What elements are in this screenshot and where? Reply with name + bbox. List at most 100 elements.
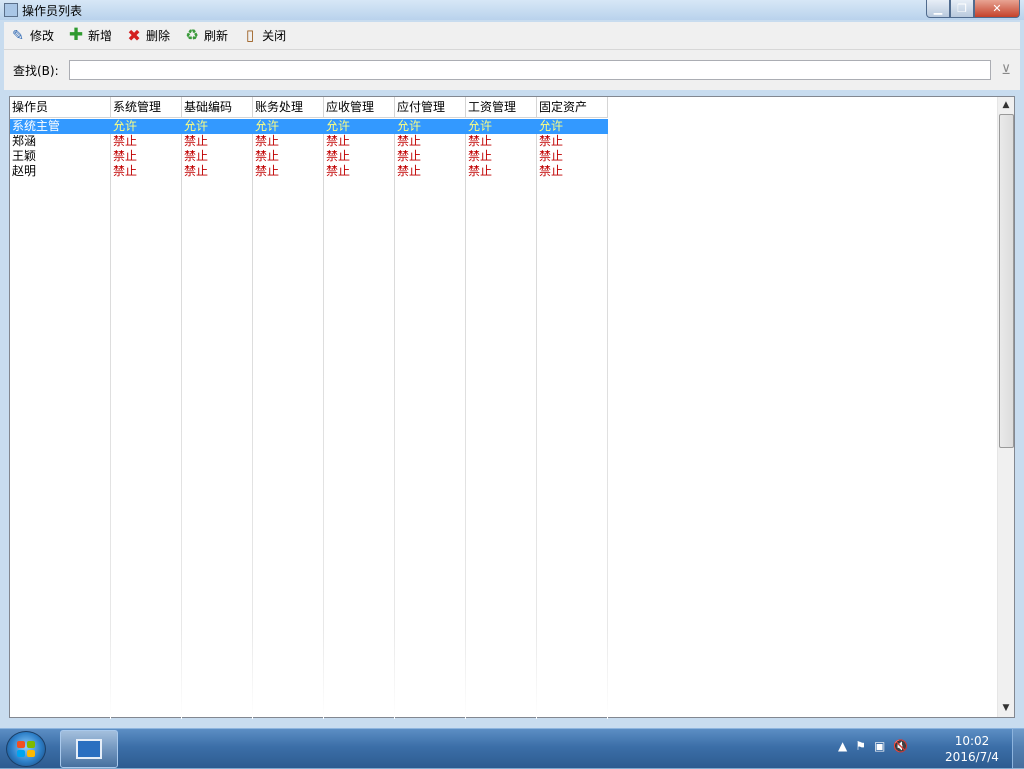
permission-cell: 禁止 (539, 149, 564, 163)
permission-cell: 禁止 (539, 164, 564, 178)
permission-cell: 禁止 (255, 164, 280, 178)
permission-cell: 禁止 (468, 164, 493, 178)
refresh-icon: ♻ (185, 26, 199, 44)
app-window: 操作员列表 ▁ ❐ ✕ ✎ 修改 ✚ 新增 ✖ 删除 ♻ 刷新 ▯ 关闭 查找(… (0, 0, 1024, 728)
permission-cell: 允许 (184, 119, 209, 133)
clock-date: 2016/7/4 (945, 750, 999, 764)
col-header-receivable[interactable]: 应收管理 (324, 97, 395, 118)
search-input[interactable] (69, 60, 991, 80)
show-desktop-button[interactable] (1012, 729, 1024, 769)
network-icon[interactable]: ▣ (874, 739, 885, 753)
close-window-button[interactable]: ✕ (974, 0, 1020, 18)
taskbar-clock[interactable]: 10:02 2016/7/4 (940, 733, 1004, 765)
table-row[interactable]: 系统主管 允许 允许 允许 允许 允许 允许 允许 (10, 119, 608, 134)
permission-cell: 禁止 (184, 134, 209, 148)
operator-cell: 王颖 (12, 149, 37, 163)
permission-cell: 禁止 (113, 149, 138, 163)
taskbar-app-button[interactable] (60, 730, 118, 768)
permission-cell: 禁止 (326, 164, 351, 178)
column-divider (465, 119, 466, 719)
col-header-assets[interactable]: 固定资产 (537, 97, 608, 118)
title-bar: 操作员列表 ▁ ❐ ✕ (0, 0, 1024, 20)
permission-cell: 禁止 (397, 134, 422, 148)
volume-muted-icon[interactable]: 🔇 (893, 739, 908, 753)
edit-label: 修改 (30, 29, 55, 43)
permission-cell: 禁止 (326, 149, 351, 163)
operator-cell: 赵明 (12, 164, 37, 178)
permission-cell: 禁止 (468, 134, 493, 148)
permission-cell: 允许 (326, 119, 351, 133)
permission-cell: 禁止 (184, 149, 209, 163)
close-label: 关闭 (262, 29, 287, 43)
scroll-down-icon[interactable]: ▼ (998, 700, 1014, 716)
edit-button[interactable]: ✎ 修改 (4, 24, 60, 48)
tray-expand-icon[interactable]: ▲ (838, 739, 847, 753)
minimize-button[interactable]: ▁ (926, 0, 950, 18)
close-button[interactable]: ▯ 关闭 (236, 24, 292, 48)
permission-cell: 禁止 (468, 149, 493, 163)
window-title: 操作员列表 (22, 3, 83, 18)
refresh-label: 刷新 (204, 29, 229, 43)
toolbar: ✎ 修改 ✚ 新增 ✖ 删除 ♻ 刷新 ▯ 关闭 (4, 22, 1020, 50)
column-divider (110, 119, 111, 719)
window-controls: ▁ ❐ ✕ (926, 0, 1020, 18)
clock-time: 10:02 (954, 734, 990, 748)
table-row[interactable]: 郑涵 禁止 禁止 禁止 禁止 禁止 禁止 禁止 (10, 134, 608, 149)
add-button[interactable]: ✚ 新增 (62, 24, 118, 48)
permission-cell: 禁止 (184, 164, 209, 178)
permission-cell: 允许 (468, 119, 493, 133)
table-row[interactable]: 赵明 禁止 禁止 禁止 禁止 禁止 禁止 禁止 (10, 164, 608, 179)
operator-cell: 系统主管 (12, 119, 61, 133)
column-divider (536, 119, 537, 719)
edit-icon: ✎ (12, 27, 24, 44)
permission-cell: 允许 (255, 119, 280, 133)
search-bar: 查找(B): ⊻ (4, 50, 1020, 90)
permission-cell: 禁止 (397, 149, 422, 163)
grid-header: 操作员 系统管理 基础编码 账务处理 应收管理 应付管理 工资管理 固定资产 (10, 97, 608, 118)
scroll-up-icon[interactable]: ▲ (998, 97, 1014, 113)
taskbar: ▲ ⚑ ▣ 🔇 10:02 2016/7/4 (0, 728, 1024, 769)
start-button[interactable] (6, 731, 46, 767)
col-header-payable[interactable]: 应付管理 (395, 97, 466, 118)
delete-button[interactable]: ✖ 删除 (120, 24, 176, 48)
add-label: 新增 (88, 29, 113, 43)
vertical-scrollbar[interactable]: ▲ ▼ (997, 97, 1014, 717)
permission-cell: 允许 (539, 119, 564, 133)
permission-cell: 允许 (397, 119, 422, 133)
close-door-icon: ▯ (245, 26, 255, 44)
monitor-icon (76, 739, 102, 759)
col-header-basic[interactable]: 基础编码 (182, 97, 253, 118)
delete-label: 删除 (146, 29, 171, 43)
permission-cell: 禁止 (113, 164, 138, 178)
col-header-operator[interactable]: 操作员 (10, 97, 111, 118)
permission-cell: 禁止 (113, 134, 138, 148)
add-icon: ✚ (68, 25, 84, 45)
col-header-accounting[interactable]: 账务处理 (253, 97, 324, 118)
column-divider (323, 119, 324, 719)
search-label: 查找(B): (13, 63, 59, 78)
col-header-payroll[interactable]: 工资管理 (466, 97, 537, 118)
column-divider (252, 119, 253, 719)
permission-cell: 禁止 (539, 134, 564, 148)
refresh-button[interactable]: ♻ 刷新 (178, 24, 234, 48)
permission-cell: 禁止 (255, 149, 280, 163)
permission-cell: 允许 (113, 119, 138, 133)
operator-grid: 操作员 系统管理 基础编码 账务处理 应收管理 应付管理 工资管理 固定资产 系… (9, 96, 1015, 719)
delete-icon: ✖ (127, 25, 141, 45)
col-header-system[interactable]: 系统管理 (111, 97, 182, 118)
column-divider (394, 119, 395, 719)
operator-cell: 郑涵 (12, 134, 37, 148)
permission-cell: 禁止 (326, 134, 351, 148)
maximize-button[interactable]: ❐ (950, 0, 974, 18)
scroll-thumb[interactable] (999, 114, 1014, 448)
column-divider (607, 119, 608, 719)
grid-rows: 系统主管 允许 允许 允许 允许 允许 允许 允许 郑涵 禁止 禁止 禁止 禁止… (10, 119, 608, 179)
system-tray: ▲ ⚑ ▣ 🔇 (838, 739, 908, 753)
action-center-flag-icon[interactable]: ⚑ (855, 739, 866, 753)
column-divider (181, 119, 182, 719)
permission-cell: 禁止 (255, 134, 280, 148)
permission-cell: 禁止 (397, 164, 422, 178)
table-row[interactable]: 王颖 禁止 禁止 禁止 禁止 禁止 禁止 禁止 (10, 149, 608, 164)
filter-clear-icon[interactable]: ⊻ (997, 61, 1015, 79)
app-icon (4, 3, 18, 17)
